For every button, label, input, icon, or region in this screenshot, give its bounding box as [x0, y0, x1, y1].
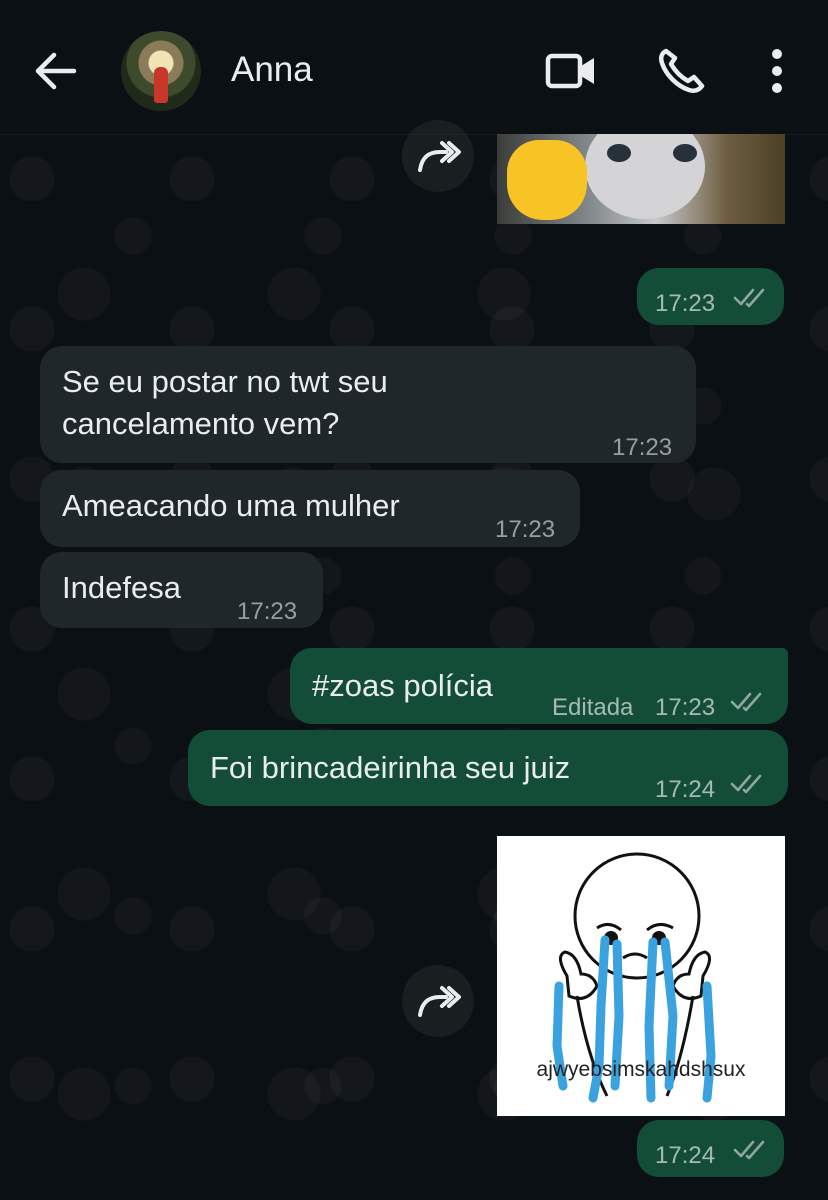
message-bubble-in[interactable]: Ameacando uma mulher 17:23 — [40, 470, 580, 547]
chat-header: Anna — [0, 0, 828, 135]
message-bubble-in[interactable]: Se eu postar no twt seu cancelamento vem… — [40, 346, 696, 463]
back-arrow-icon — [35, 52, 77, 90]
avatar-figure — [154, 67, 168, 103]
video-call-icon — [545, 53, 594, 89]
read-ticks-icon — [730, 692, 762, 712]
message-text: Indefesa — [62, 570, 181, 605]
cat-eye-right — [673, 144, 697, 162]
message-time: 17:23 — [237, 598, 298, 625]
message-bubble-in[interactable]: Indefesa 17:23 — [40, 552, 323, 628]
more-options-icon — [772, 49, 782, 93]
message-time: 17:24 — [655, 1142, 716, 1169]
read-ticks-icon — [733, 1140, 765, 1160]
cat-eye-left — [607, 144, 631, 162]
message-time: 17:23 — [495, 516, 556, 543]
hand-emoji — [507, 140, 587, 220]
message-text-line-1: Se eu postar no twt seu — [62, 364, 388, 399]
voice-call-button[interactable] — [656, 46, 708, 96]
avatar[interactable] — [121, 31, 201, 111]
message-text-line-2: cancelamento vem? — [62, 406, 340, 441]
message-time: 17:23 — [655, 290, 716, 317]
forward-button[interactable] — [402, 120, 474, 192]
forward-icon — [418, 141, 461, 172]
video-call-button[interactable] — [545, 46, 597, 96]
message-bubble-out[interactable]: 17:24 — [637, 1120, 784, 1177]
message-text: Ameacando uma mulher — [62, 488, 400, 523]
image-message-cat[interactable] — [497, 134, 785, 224]
message-time: 17:23 — [612, 434, 673, 461]
read-ticks-icon — [733, 288, 765, 308]
message-bubble-out[interactable]: #zoas polícia Editada 17:23 — [290, 648, 788, 724]
forward-icon — [418, 986, 461, 1017]
more-options-button[interactable] — [752, 46, 802, 96]
message-time: 17:24 — [655, 776, 716, 803]
message-text: Foi brincadeirinha seu juiz — [210, 750, 571, 785]
forward-button[interactable] — [402, 965, 474, 1037]
contact-name[interactable]: Anna — [231, 50, 313, 90]
back-button[interactable] — [30, 48, 80, 94]
read-ticks-icon — [730, 774, 762, 794]
message-text: #zoas polícia — [312, 668, 493, 703]
image-message-meme[interactable]: ajwyebsimskahdshsux — [497, 836, 785, 1116]
image-caption: ajwyebsimskahdshsux — [536, 1058, 746, 1081]
voice-call-icon — [658, 48, 705, 94]
message-time: 17:23 — [655, 694, 716, 721]
message-bubble-out[interactable]: Foi brincadeirinha seu juiz 17:24 — [188, 730, 788, 806]
edited-label: Editada — [552, 694, 634, 721]
message-bubble-out[interactable]: 17:23 — [637, 268, 784, 325]
